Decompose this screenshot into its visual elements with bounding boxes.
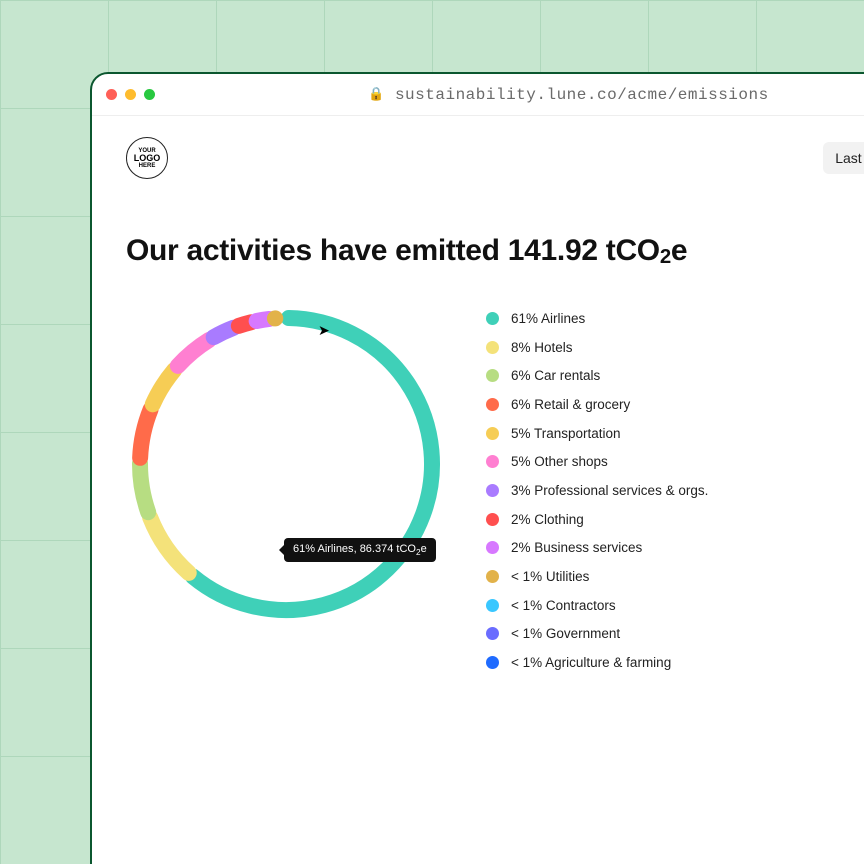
legend-swatch	[486, 513, 499, 526]
legend-swatch	[486, 398, 499, 411]
legend-swatch	[486, 627, 499, 640]
legend-row[interactable]: 8% Hotels10.92 tCO2	[486, 333, 864, 362]
legend-swatch	[486, 312, 499, 325]
donut-svg	[126, 304, 446, 624]
donut-segment[interactable]	[150, 517, 189, 572]
date-range-label: Last 12 months	[835, 150, 864, 166]
legend-swatch	[486, 484, 499, 497]
legend-label: 6% Retail & grocery	[511, 397, 630, 412]
donut-chart[interactable]: ➤ 61% Airlines, 86.374 tCO2e	[126, 304, 446, 624]
emissions-breakdown: ➤ 61% Airlines, 86.374 tCO2e 61% Airline…	[126, 304, 864, 677]
page-title: Our activities have emitted 141.92 tCO2e	[126, 234, 864, 268]
legend-label: < 1% Government	[511, 626, 620, 641]
address-bar[interactable]: 🔒 sustainability.lune.co/acme/emissions	[163, 86, 864, 104]
legend-label: 5% Other shops	[511, 454, 608, 469]
chart-legend: 61% Airlines86.37 tCO28% Hotels10.92 tCO…	[486, 304, 864, 677]
legend-row[interactable]: < 1% Agriculture & farming0.12 tCO2	[486, 648, 864, 677]
page-topbar: YOUR LOGO HERE Last 12 months ▾	[126, 130, 864, 186]
donut-segment[interactable]	[178, 340, 209, 366]
date-range-selector[interactable]: Last 12 months ▾	[823, 142, 864, 174]
legend-label: 2% Business services	[511, 540, 642, 555]
page-content: YOUR LOGO HERE Last 12 months ▾ Our acti…	[92, 116, 864, 864]
company-logo: YOUR LOGO HERE	[126, 137, 168, 179]
chart-tooltip: 61% Airlines, 86.374 tCO2e	[284, 538, 436, 562]
donut-segment[interactable]	[153, 370, 174, 404]
legend-swatch	[486, 599, 499, 612]
donut-segment[interactable]	[140, 463, 148, 512]
legend-row[interactable]: 3% Professional services & orgs.4.74 tCO…	[486, 476, 864, 505]
window-zoom-dot[interactable]	[144, 89, 155, 100]
legend-row[interactable]: 2% Clothing3.46 tCO2	[486, 505, 864, 534]
legend-row[interactable]: 5% Transportation7.56 tCO2	[486, 419, 864, 448]
legend-label: 2% Clothing	[511, 512, 584, 527]
legend-label: 5% Transportation	[511, 426, 621, 441]
browser-window: 🔒 sustainability.lune.co/acme/emissions …	[90, 72, 864, 864]
legend-row[interactable]: 2% Business services3.37 tCO2	[486, 534, 864, 563]
url-text: sustainability.lune.co/acme/emissions	[395, 86, 769, 104]
legend-row[interactable]: < 1% Government0.36 tCO2	[486, 620, 864, 649]
legend-label: < 1% Contractors	[511, 598, 616, 613]
window-minimize-dot[interactable]	[125, 89, 136, 100]
page-background: 🔒 sustainability.lune.co/acme/emissions …	[0, 0, 864, 864]
legend-label: < 1% Agriculture & farming	[511, 655, 671, 670]
legend-row[interactable]: < 1% Utilities0.92 tCO2	[486, 562, 864, 591]
legend-swatch	[486, 455, 499, 468]
legend-row[interactable]: 5% Other shops6.65 tCO2	[486, 447, 864, 476]
legend-label: 61% Airlines	[511, 311, 585, 326]
browser-titlebar: 🔒 sustainability.lune.co/acme/emissions	[92, 74, 864, 116]
legend-swatch	[486, 369, 499, 382]
lock-icon: 🔒	[368, 87, 385, 102]
legend-row[interactable]: 61% Airlines86.37 tCO2	[486, 304, 864, 333]
legend-row[interactable]: 6% Retail & grocery8.01 tCO2	[486, 390, 864, 419]
legend-swatch	[486, 570, 499, 583]
legend-swatch	[486, 541, 499, 554]
legend-swatch	[486, 341, 499, 354]
legend-label: 3% Professional services & orgs.	[511, 483, 708, 498]
legend-row[interactable]: < 1% Contractors0.73 tCO2	[486, 591, 864, 620]
window-close-dot[interactable]	[106, 89, 117, 100]
legend-label: 6% Car rentals	[511, 368, 600, 383]
legend-label: < 1% Utilities	[511, 569, 589, 584]
legend-row[interactable]: 6% Car rentals8.7 tCO2	[486, 361, 864, 390]
legend-swatch	[486, 427, 499, 440]
donut-segment[interactable]	[140, 409, 150, 457]
donut-segment[interactable]	[193, 318, 432, 610]
legend-swatch	[486, 656, 499, 669]
legend-label: 8% Hotels	[511, 340, 573, 355]
donut-segment[interactable]	[214, 328, 234, 337]
